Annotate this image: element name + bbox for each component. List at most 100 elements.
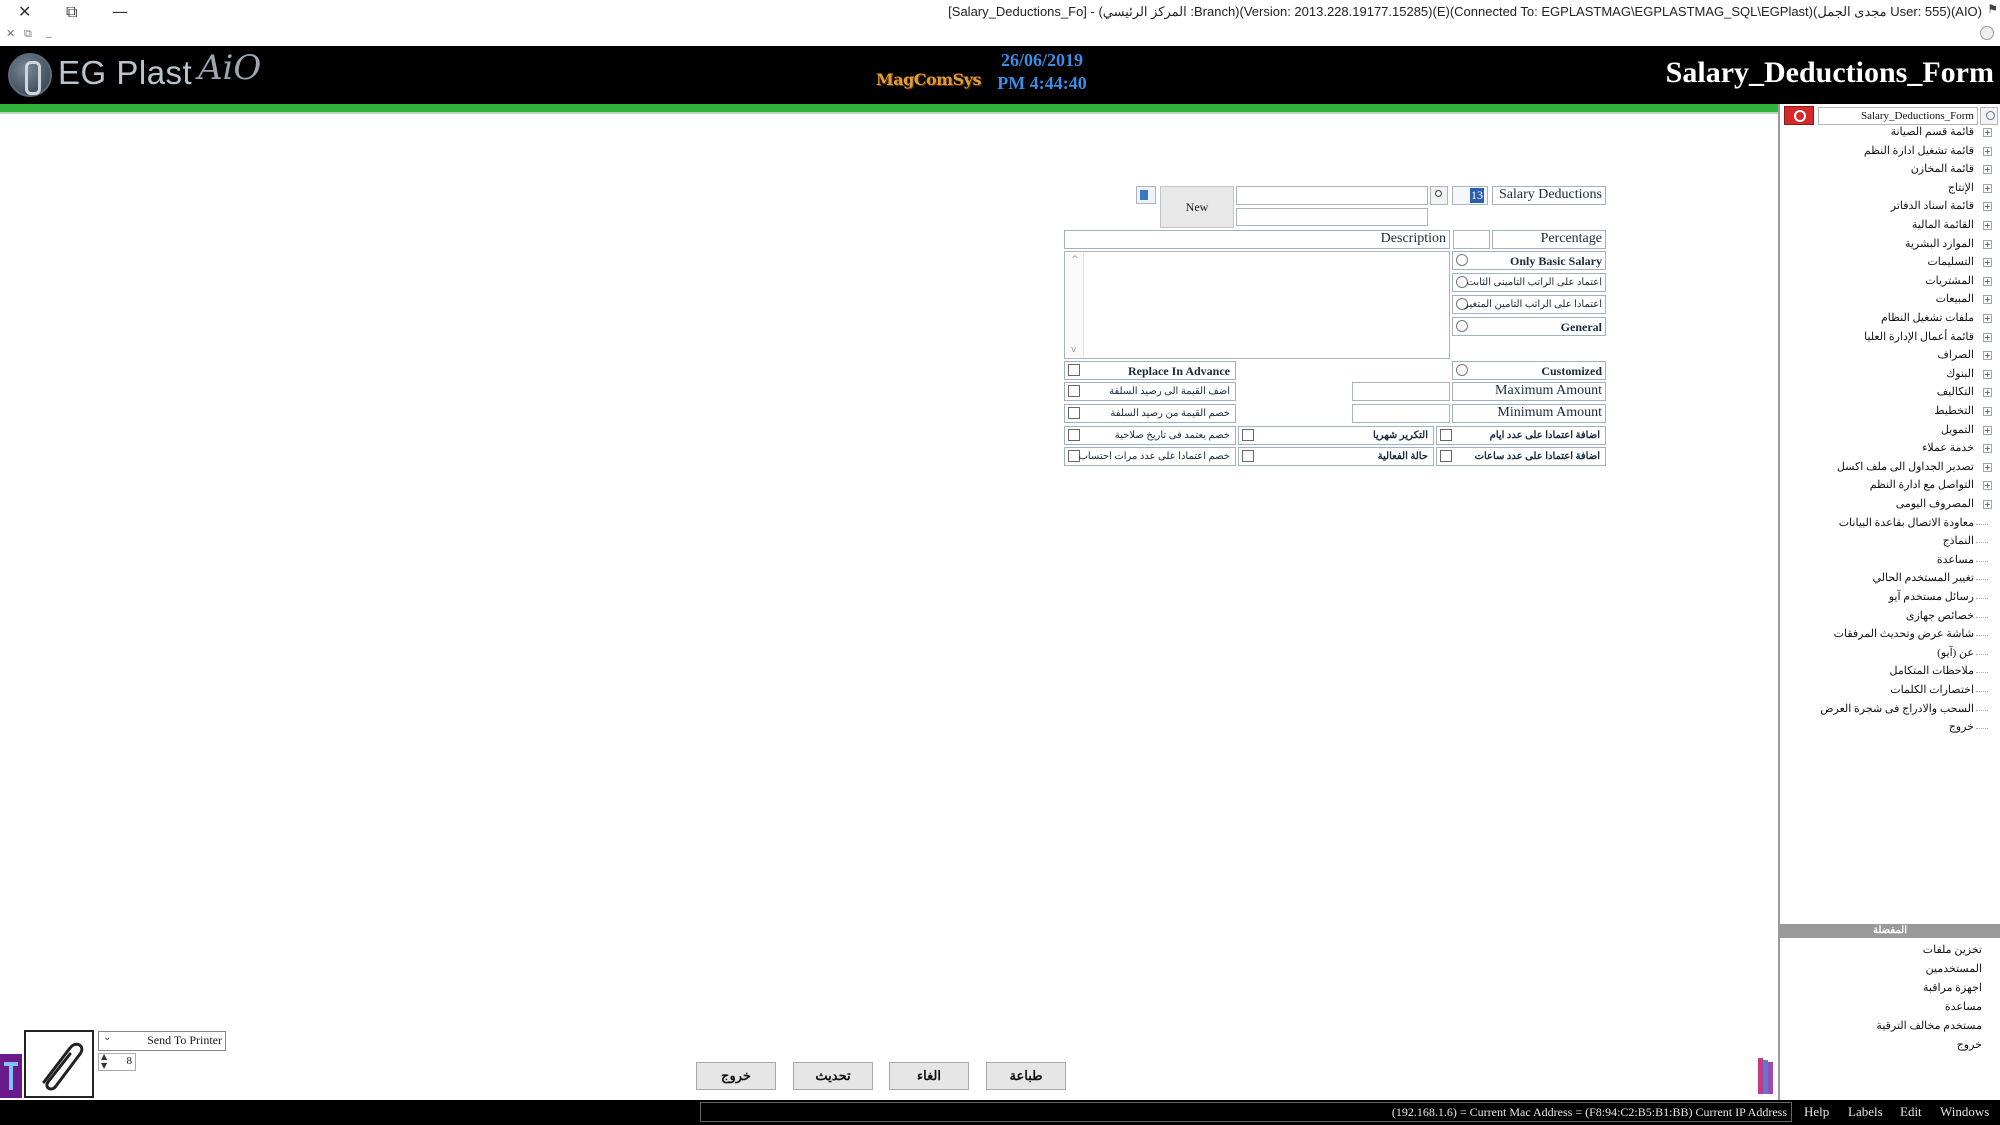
tree-item[interactable]: قائمة أعمال الإدارة العليا + xyxy=(1780,329,1998,346)
percentage-input[interactable] xyxy=(1453,230,1490,249)
option-checkbox-row[interactable]: Replace In Advance xyxy=(1064,361,1236,380)
tree-item[interactable]: ملاحظات المتكامل xyxy=(1780,663,1998,680)
customized-radio[interactable] xyxy=(1456,364,1468,376)
option-checkbox-row[interactable]: خصم يعتمد فى تاريخ صلاحية xyxy=(1064,426,1236,445)
expand-icon[interactable]: + xyxy=(1983,407,1992,416)
expand-icon[interactable]: + xyxy=(1983,202,1992,212)
tree-item[interactable]: التمويل + xyxy=(1780,422,1998,439)
tree-search-input[interactable]: Salary_Deductions_Form xyxy=(1818,107,1978,125)
tree-item[interactable]: قائمة تشغيل ادارة النظم + xyxy=(1780,143,1998,160)
side-tab[interactable] xyxy=(0,1054,22,1098)
option-checkbox[interactable] xyxy=(1068,407,1080,419)
tree-item[interactable]: خدمة عملاء + xyxy=(1780,440,1998,457)
tree-item[interactable]: تصدير الجداول الى ملف اكسل + xyxy=(1780,459,1998,476)
copies-stepper[interactable]: ▲ ▼ 8 xyxy=(98,1052,136,1071)
tree-item[interactable]: قائمة اسناد الدفاتر + xyxy=(1780,198,1998,215)
exit-button[interactable]: خروج xyxy=(696,1062,776,1090)
option-checkbox[interactable] xyxy=(1440,429,1452,441)
description-textarea[interactable]: ^ v xyxy=(1064,251,1450,359)
option-checkbox-row[interactable]: اضافة اعتمادا على عدد ايام xyxy=(1436,426,1606,445)
cancel-button[interactable]: الغاء xyxy=(889,1062,969,1090)
code-field[interactable]: 13 xyxy=(1452,186,1488,205)
record-nav-icon[interactable] xyxy=(1136,186,1156,204)
tree-item[interactable]: المصروف اليومى + xyxy=(1780,496,1998,513)
customized-option[interactable]: Customized xyxy=(1452,361,1606,380)
salary-basis-option[interactable]: Only Basic Salary xyxy=(1452,251,1606,270)
tree-item[interactable]: القائمة المالية + xyxy=(1780,217,1998,234)
tree-item[interactable]: المبيعات + xyxy=(1780,291,1998,308)
new-button[interactable]: New xyxy=(1160,186,1234,228)
expand-icon[interactable]: + xyxy=(1983,146,1992,156)
print-button[interactable]: طباعة xyxy=(986,1062,1066,1090)
tree-item[interactable]: الموارد البشرية + xyxy=(1780,236,1998,253)
expand-icon[interactable]: + xyxy=(1983,462,1992,472)
tree-item[interactable]: قائمة قسم الصيانة + xyxy=(1780,124,1998,141)
tree-item[interactable]: التسليمات + xyxy=(1780,254,1998,271)
search-icon[interactable] xyxy=(1430,186,1448,205)
search-icon[interactable] xyxy=(1980,107,1998,125)
salary-basis-option[interactable]: اعتمادا على الراتب التامين المتغير xyxy=(1452,295,1606,314)
salary-basis-option[interactable]: اعتماد على الراتب التامينى الثابت xyxy=(1452,273,1606,292)
salary-basis-option[interactable]: General xyxy=(1452,317,1606,336)
favorite-item[interactable]: تخزين ملفات xyxy=(1923,942,1982,958)
tree-item[interactable]: معاودة الاتصال بقاعدة البيانات xyxy=(1780,515,1998,532)
option-checkbox[interactable] xyxy=(1068,429,1080,441)
option-checkbox-row[interactable]: خصم القيمة من رصيد السلفة xyxy=(1064,404,1236,423)
tree-item[interactable]: رسائل مستخدم آيو xyxy=(1780,589,1998,606)
pin-icon[interactable]: ⚑ xyxy=(1987,2,1998,17)
expand-icon[interactable]: + xyxy=(1983,276,1992,286)
tree-item[interactable]: النماذج xyxy=(1780,533,1998,550)
scroll-down-icon[interactable]: v xyxy=(1071,345,1076,355)
expand-icon[interactable]: + xyxy=(1983,183,1992,193)
tree-item[interactable]: البنوك + xyxy=(1780,366,1998,383)
mdi-restore-icon[interactable]: ⧉ xyxy=(24,27,32,41)
option-checkbox-row[interactable]: اضف القيمة الى رصيد السلفة xyxy=(1064,382,1236,401)
minimize-icon[interactable]: — xyxy=(112,2,128,21)
option-checkbox-row[interactable]: خصم اعتمادا على عدد مرات احتساب xyxy=(1064,447,1236,466)
tree-item[interactable]: خصائص جهازى xyxy=(1780,608,1998,625)
expand-icon[interactable]: + xyxy=(1983,332,1992,342)
name-input[interactable] xyxy=(1236,208,1428,226)
restore-icon[interactable]: ⧉ xyxy=(66,2,77,22)
salary-basis-radio[interactable] xyxy=(1456,254,1468,266)
tree-item[interactable]: السحب والادراج فى شجرة العرض xyxy=(1780,701,1998,718)
expand-icon[interactable]: + xyxy=(1983,351,1992,361)
scroll-up-icon[interactable]: ^ xyxy=(1071,255,1079,265)
option-checkbox[interactable] xyxy=(1242,429,1254,441)
expand-icon[interactable]: + xyxy=(1983,500,1992,509)
expand-icon[interactable]: + xyxy=(1983,165,1992,175)
tree-item[interactable]: خروج xyxy=(1780,719,1998,736)
minimum-amount-input[interactable] xyxy=(1352,404,1450,423)
update-button[interactable]: تحديث xyxy=(793,1062,873,1090)
tree-item[interactable]: التكاليف + xyxy=(1780,384,1998,401)
tree-item[interactable]: الإنتاج + xyxy=(1780,180,1998,197)
favorite-item[interactable]: مستخدم مخالف الترقية xyxy=(1876,1018,1982,1034)
printer-option-select[interactable]: ⌄ Send To Printer xyxy=(98,1031,226,1051)
close-icon[interactable]: ✕ xyxy=(18,2,31,21)
chevron-down-icon[interactable]: ⌄ xyxy=(103,1032,111,1043)
menu-windows[interactable]: Windows xyxy=(1940,1104,1989,1120)
app-settings-icon[interactable] xyxy=(1980,26,1994,40)
tree-search-button[interactable] xyxy=(1784,106,1814,125)
option-checkbox-row[interactable]: اضافة اعتمادا على عدد ساعات xyxy=(1436,447,1606,466)
mdi-minimize-icon[interactable]: _ xyxy=(46,25,52,38)
tree-item[interactable]: اختصارات الكلمات xyxy=(1780,682,1998,699)
tree-item[interactable]: مساعدة xyxy=(1780,552,1998,569)
favorite-item[interactable]: المستخدمين xyxy=(1926,961,1982,977)
expand-icon[interactable]: + xyxy=(1983,128,1992,137)
maximum-amount-input[interactable] xyxy=(1352,382,1450,401)
expand-icon[interactable]: + xyxy=(1983,369,1992,379)
expand-icon[interactable]: + xyxy=(1983,239,1992,249)
code-search-input[interactable] xyxy=(1236,186,1428,205)
expand-icon[interactable]: + xyxy=(1983,388,1992,398)
favorite-item[interactable]: اجهزة مراقبة xyxy=(1923,980,1982,996)
expand-icon[interactable]: + xyxy=(1983,258,1992,268)
tree-item[interactable]: عن (آيو) xyxy=(1780,645,1998,662)
description-scrollbar[interactable]: ^ v xyxy=(1066,253,1084,357)
option-checkbox[interactable] xyxy=(1242,450,1254,462)
menu-help[interactable]: Help xyxy=(1804,1104,1829,1120)
menu-labels[interactable]: Labels xyxy=(1848,1104,1883,1120)
favorite-item[interactable]: مساعدة xyxy=(1945,999,1982,1015)
stepper-up-icon[interactable]: ▲ xyxy=(101,1052,107,1061)
expand-icon[interactable]: + xyxy=(1983,481,1992,491)
